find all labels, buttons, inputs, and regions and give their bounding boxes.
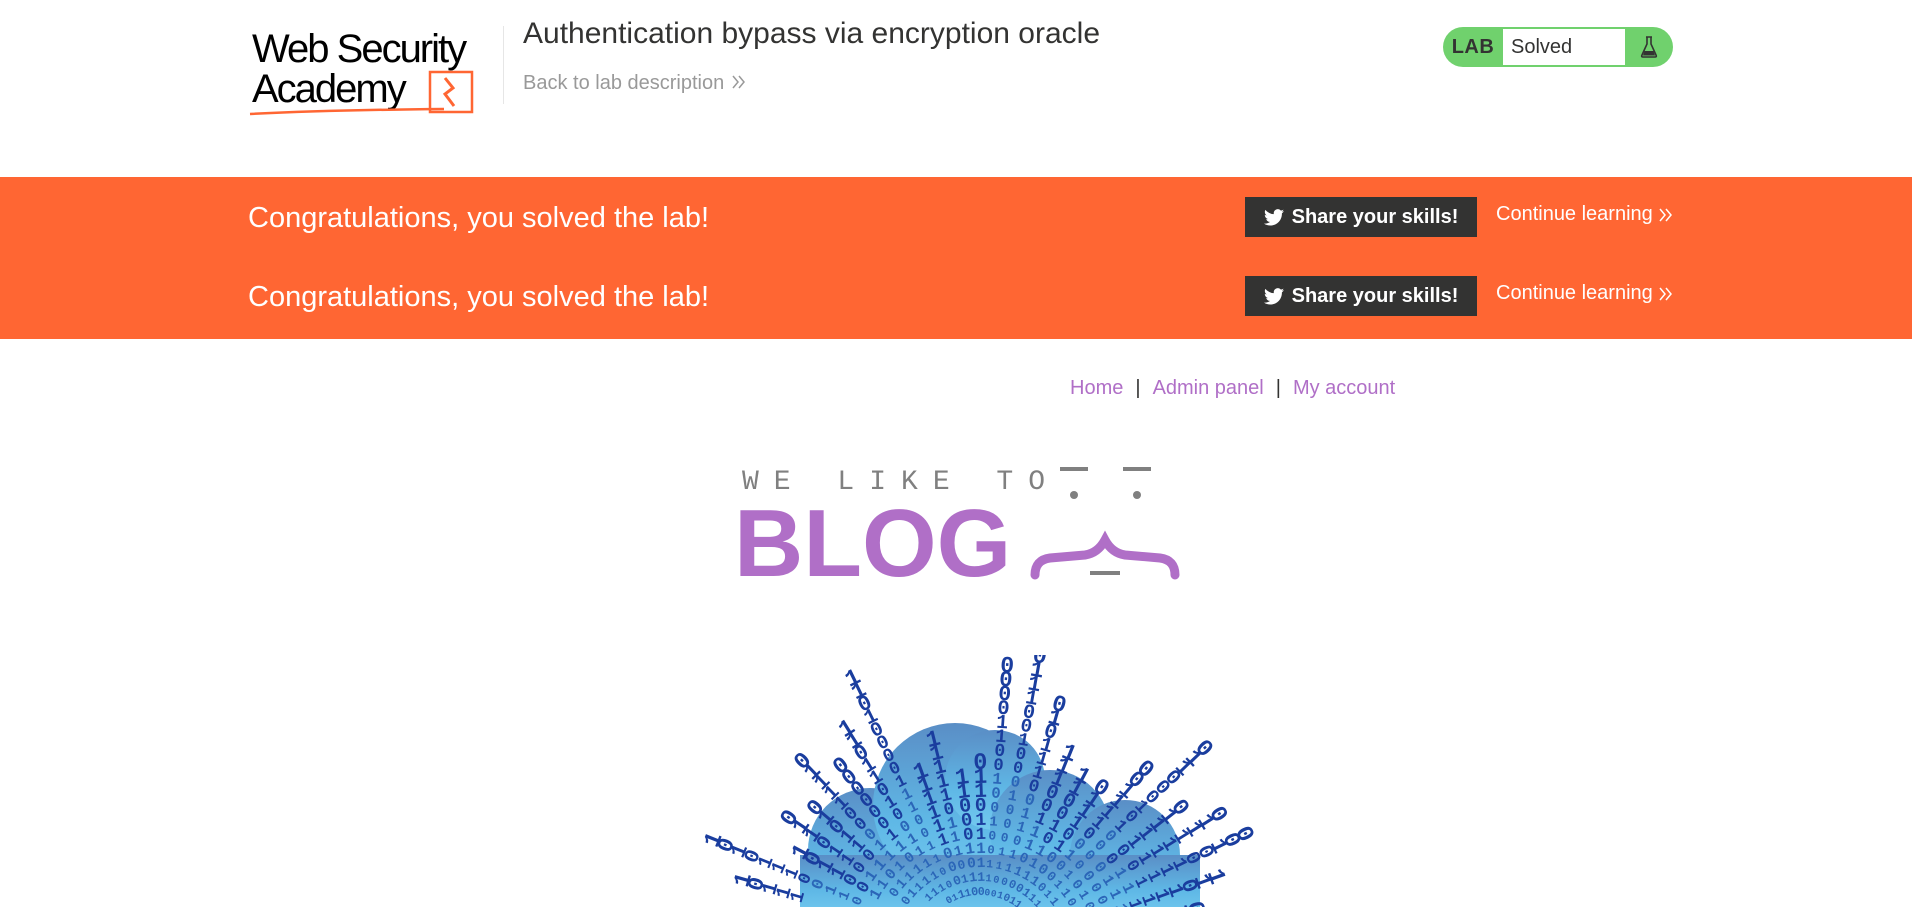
lab-status-widget: LAB Solved	[1443, 27, 1673, 67]
lab-status-text: Solved	[1503, 29, 1625, 65]
nav-link-my-account[interactable]: My account	[1293, 377, 1395, 399]
nav-separator: |	[1135, 377, 1141, 399]
solved-banner-row: Congratulations, you solved the lab! Sha…	[0, 270, 1912, 324]
binary-digit: 1	[977, 856, 986, 872]
web-security-academy-logo[interactable]: Web Security Academy	[248, 24, 500, 120]
binary-digit: 0	[973, 750, 988, 777]
logo-text-line2: Academy	[252, 67, 407, 111]
continue-learning-link[interactable]: Continue learning	[1496, 282, 1673, 305]
back-to-lab-description-link[interactable]: Back to lab description	[523, 72, 746, 95]
solved-banner-row: Congratulations, you solved the lab! Sha…	[0, 191, 1912, 245]
share-skills-button[interactable]: Share your skills!	[1245, 276, 1477, 316]
binary-digit: 0	[999, 655, 1015, 680]
binary-digit: 1	[1200, 866, 1230, 889]
nav-link-admin-panel[interactable]: Admin panel	[1153, 377, 1264, 399]
binary-digit: 0	[1228, 822, 1259, 847]
binary-rays: 1110101100111010110011010011011011011010…	[700, 655, 1259, 907]
congratulations-message: Congratulations, you solved the lab!	[248, 202, 710, 234]
double-chevron-right-icon	[732, 72, 746, 95]
double-chevron-right-icon	[1659, 208, 1673, 222]
twitter-icon	[1263, 287, 1284, 305]
back-link-label: Back to lab description	[523, 72, 725, 94]
double-chevron-right-icon	[1659, 287, 1673, 301]
binary-digit: 1	[1057, 739, 1080, 769]
binary-digit: 1	[842, 665, 866, 695]
academy-header: Web Security Academy Authentication bypa…	[0, 0, 1912, 177]
hero-binary-cloud-image: 1110101100111010110011010011011011011010…	[600, 655, 1360, 907]
lab-title: Authentication bypass via encryption ora…	[523, 17, 1101, 50]
twitter-icon	[1263, 208, 1284, 226]
top-nav: Home | Admin panel | My account	[1070, 377, 1395, 400]
congratulations-message: Congratulations, you solved the lab!	[248, 281, 710, 313]
continue-learning-label: Continue learning	[1496, 282, 1653, 304]
flask-icon	[1625, 27, 1673, 67]
binary-digit: 0	[987, 843, 995, 857]
continue-learning-link[interactable]: Continue learning	[1496, 203, 1673, 226]
nav-separator: |	[1275, 377, 1281, 399]
logo-text-line1: Web Security	[252, 27, 467, 71]
binary-digit: 0	[1030, 655, 1048, 672]
binary-digit: 1	[985, 873, 992, 885]
binary-digit: 1	[729, 870, 758, 891]
blog-logo: WE LIKE TO BLOG	[730, 455, 1190, 597]
continue-learning-label: Continue learning	[1496, 203, 1653, 225]
binary-digit: 1	[986, 859, 994, 871]
binary-digit: 1	[700, 829, 729, 852]
binary-digit: 0	[1049, 691, 1070, 720]
blog-wordmark: BLOG	[734, 490, 1011, 595]
header-divider	[503, 26, 504, 104]
nav-link-home[interactable]: Home	[1070, 377, 1123, 399]
solved-banner: Congratulations, you solved the lab! Sha…	[0, 177, 1912, 339]
lab-title-block: Authentication bypass via encryption ora…	[523, 16, 1100, 95]
lab-badge: LAB	[1451, 35, 1495, 58]
share-skills-label: Share your skills!	[1291, 205, 1459, 228]
share-skills-label: Share your skills!	[1291, 284, 1459, 307]
share-skills-button[interactable]: Share your skills!	[1245, 197, 1477, 237]
